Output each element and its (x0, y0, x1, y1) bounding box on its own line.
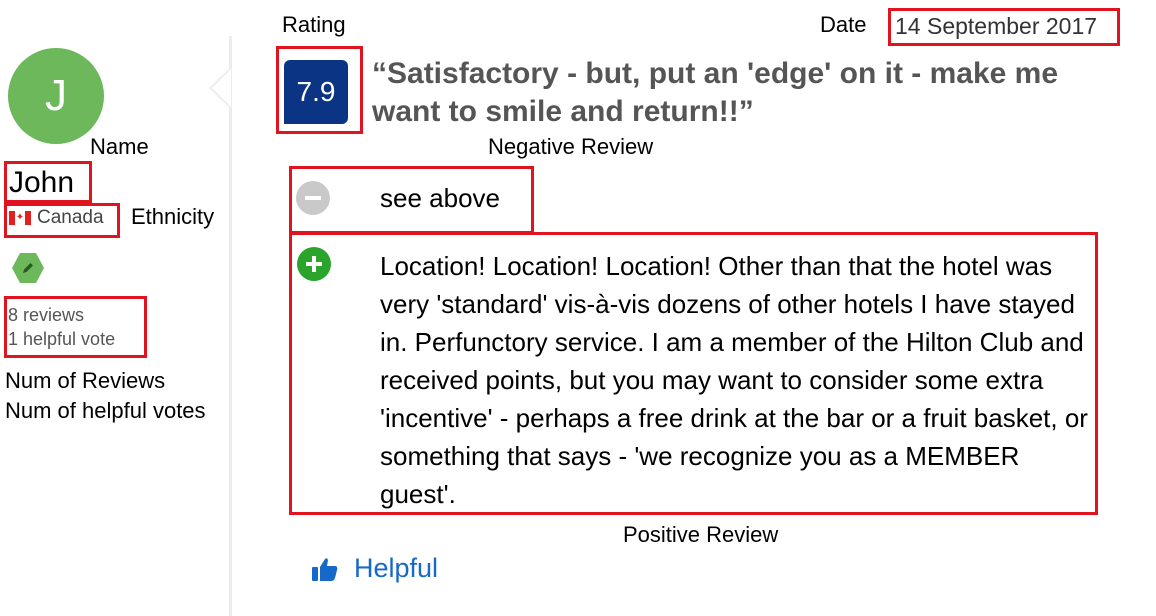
review-title: “Satisfactory - but, put an 'edge' on it… (372, 57, 1059, 128)
helpful-button[interactable]: Helpful (312, 553, 438, 584)
avatar: J (8, 48, 104, 144)
helpful-label: Helpful (354, 553, 439, 583)
annotation-name: Name (90, 134, 149, 159)
annotation-positive-review: Positive Review (623, 522, 779, 547)
annotation-num-helpful: Num of helpful votes (5, 398, 206, 423)
annotation-date: Date (820, 12, 867, 37)
annotation-box-negative (289, 166, 534, 234)
column-divider (229, 36, 232, 616)
annotation-box-name (4, 161, 92, 203)
annotation-rating: Rating (282, 12, 346, 37)
annotation-num-reviews: Num of Reviews (5, 368, 166, 393)
annotation-box-positive (289, 232, 1098, 515)
annotation-negative-review: Negative Review (488, 134, 654, 159)
pencil-icon (12, 252, 44, 284)
thumbs-up-icon (312, 557, 338, 581)
annotation-box-rating (276, 46, 363, 134)
annotation-ethnicity: Ethnicity (131, 204, 215, 229)
annotation-box-ethnicity (4, 203, 120, 238)
speech-notch-inner (212, 69, 231, 107)
annotation-box-date (888, 8, 1120, 46)
annotation-box-stats (4, 296, 147, 358)
